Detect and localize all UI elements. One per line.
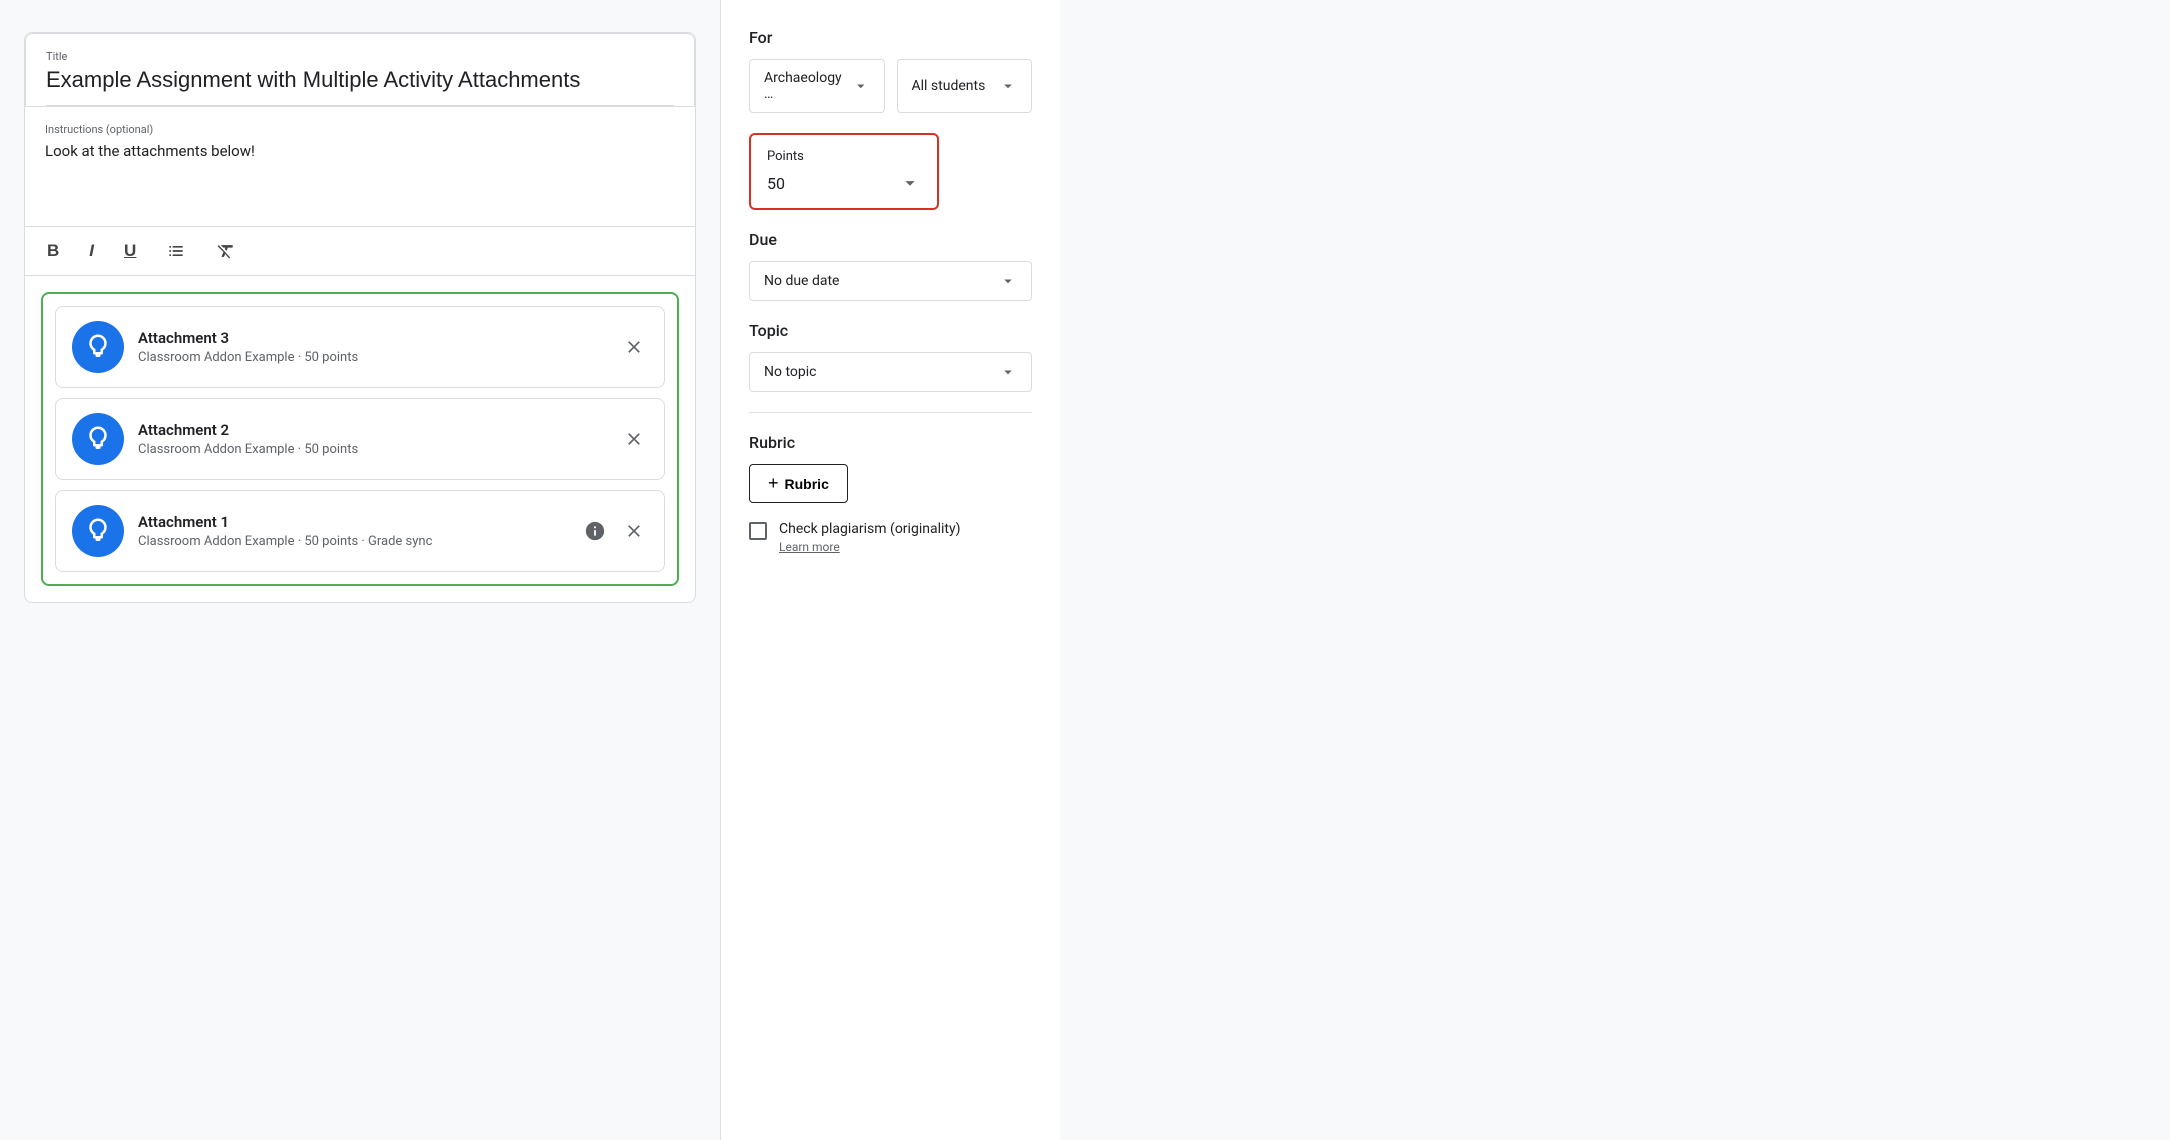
plagiarism-text-group: Check plagiarism (originality) Learn mor… xyxy=(779,521,960,554)
course-value: Archaeology … xyxy=(764,70,852,102)
addon-icon-2 xyxy=(83,424,113,454)
for-row: Archaeology … All students xyxy=(749,59,1032,113)
close-icon-2 xyxy=(624,429,644,449)
due-section: Due No due date xyxy=(749,230,1032,301)
topic-value: No topic xyxy=(764,364,816,380)
italic-button[interactable]: I xyxy=(83,237,100,265)
attachment-meta-3: Classroom Addon Example · 50 points xyxy=(138,350,606,365)
close-icon-3 xyxy=(624,337,644,357)
chevron-down-icon-points xyxy=(899,172,921,194)
for-section: For Archaeology … All students xyxy=(749,28,1032,113)
points-section: Points 50 xyxy=(749,133,1032,210)
plagiarism-checkbox[interactable] xyxy=(749,522,767,540)
attachment-card-2: Attachment 2 Classroom Addon Example · 5… xyxy=(55,398,665,480)
attachment-actions-3 xyxy=(620,333,648,361)
attachment-card-3: Attachment 3 Classroom Addon Example · 5… xyxy=(55,306,665,388)
attachment-name-1: Attachment 1 xyxy=(138,513,566,531)
rubric-section: Rubric + Rubric xyxy=(749,433,1032,503)
plagiarism-label: Check plagiarism (originality) xyxy=(779,521,960,537)
clear-format-icon xyxy=(216,241,236,261)
instructions-text: Look at the attachments below! xyxy=(45,142,675,160)
remove-attachment-1-button[interactable] xyxy=(620,517,648,545)
close-icon-1 xyxy=(624,521,644,541)
instructions-section: Instructions (optional) Look at the atta… xyxy=(24,107,696,227)
chevron-down-icon-topic xyxy=(999,363,1017,381)
add-rubric-button[interactable]: + Rubric xyxy=(749,464,848,503)
instructions-label: Instructions (optional) xyxy=(45,123,675,136)
attachment-meta-1: Classroom Addon Example · 50 points · Gr… xyxy=(138,534,566,549)
underline-button[interactable]: U xyxy=(118,237,142,265)
title-input[interactable] xyxy=(46,67,674,106)
addon-icon-3 xyxy=(83,332,113,362)
attachment-actions-2 xyxy=(620,425,648,453)
list-button[interactable] xyxy=(160,237,192,265)
attachment-icon-2 xyxy=(72,413,124,465)
toolbar-section: B I U xyxy=(24,227,696,276)
points-dropdown[interactable] xyxy=(899,172,921,194)
attachment-card-1: Attachment 1 Classroom Addon Example · 5… xyxy=(55,490,665,572)
topic-section: Topic No topic xyxy=(749,321,1032,413)
attachments-container: Attachment 3 Classroom Addon Example · 5… xyxy=(24,276,696,603)
rubric-label: Rubric xyxy=(749,433,1032,452)
attachment-info-2: Attachment 2 Classroom Addon Example · 5… xyxy=(138,421,606,457)
plus-icon: + xyxy=(768,473,779,494)
points-value-row: 50 xyxy=(767,172,921,194)
points-box: Points 50 xyxy=(749,133,939,210)
title-section: Title xyxy=(25,33,695,107)
italic-icon: I xyxy=(89,241,94,261)
info-icon-1 xyxy=(584,520,606,542)
learn-more-link[interactable]: Learn more xyxy=(779,540,960,554)
remove-attachment-3-button[interactable] xyxy=(620,333,648,361)
topic-dropdown[interactable]: No topic xyxy=(749,352,1032,392)
students-dropdown[interactable]: All students xyxy=(897,59,1033,113)
points-label: Points xyxy=(767,149,921,164)
underline-icon: U xyxy=(124,241,136,261)
for-label: For xyxy=(749,28,1032,47)
due-label: Due xyxy=(749,230,1032,249)
clear-format-button[interactable] xyxy=(210,237,242,265)
bold-button[interactable]: B xyxy=(41,237,65,265)
addon-icon-1 xyxy=(83,516,113,546)
attachment-icon-3 xyxy=(72,321,124,373)
points-value: 50 xyxy=(767,174,785,193)
remove-attachment-2-button[interactable] xyxy=(620,425,648,453)
topic-label: Topic xyxy=(749,321,1032,340)
chevron-down-icon-due xyxy=(999,272,1017,290)
students-value: All students xyxy=(912,78,986,94)
due-value: No due date xyxy=(764,273,839,289)
right-panel: For Archaeology … All students Points 50 xyxy=(720,0,1060,1140)
bold-icon: B xyxy=(47,241,59,261)
attachment-name-3: Attachment 3 xyxy=(138,329,606,347)
due-dropdown[interactable]: No due date xyxy=(749,261,1032,301)
chevron-down-icon-students xyxy=(999,77,1017,95)
attachment-info-1: Attachment 1 Classroom Addon Example · 5… xyxy=(138,513,566,549)
plagiarism-section: Check plagiarism (originality) Learn mor… xyxy=(749,521,1032,554)
rubric-btn-label: Rubric xyxy=(785,476,829,492)
title-label: Title xyxy=(46,50,674,63)
attachment-actions-1 xyxy=(580,516,648,546)
attachment-name-2: Attachment 2 xyxy=(138,421,606,439)
list-icon xyxy=(166,241,186,261)
attachment-icon-1 xyxy=(72,505,124,557)
attachment-info-3: Attachment 3 Classroom Addon Example · 5… xyxy=(138,329,606,365)
info-attachment-1-button[interactable] xyxy=(580,516,610,546)
course-dropdown[interactable]: Archaeology … xyxy=(749,59,885,113)
attachment-meta-2: Classroom Addon Example · 50 points xyxy=(138,442,606,457)
chevron-down-icon xyxy=(852,77,870,95)
attachments-list: Attachment 3 Classroom Addon Example · 5… xyxy=(41,292,679,586)
